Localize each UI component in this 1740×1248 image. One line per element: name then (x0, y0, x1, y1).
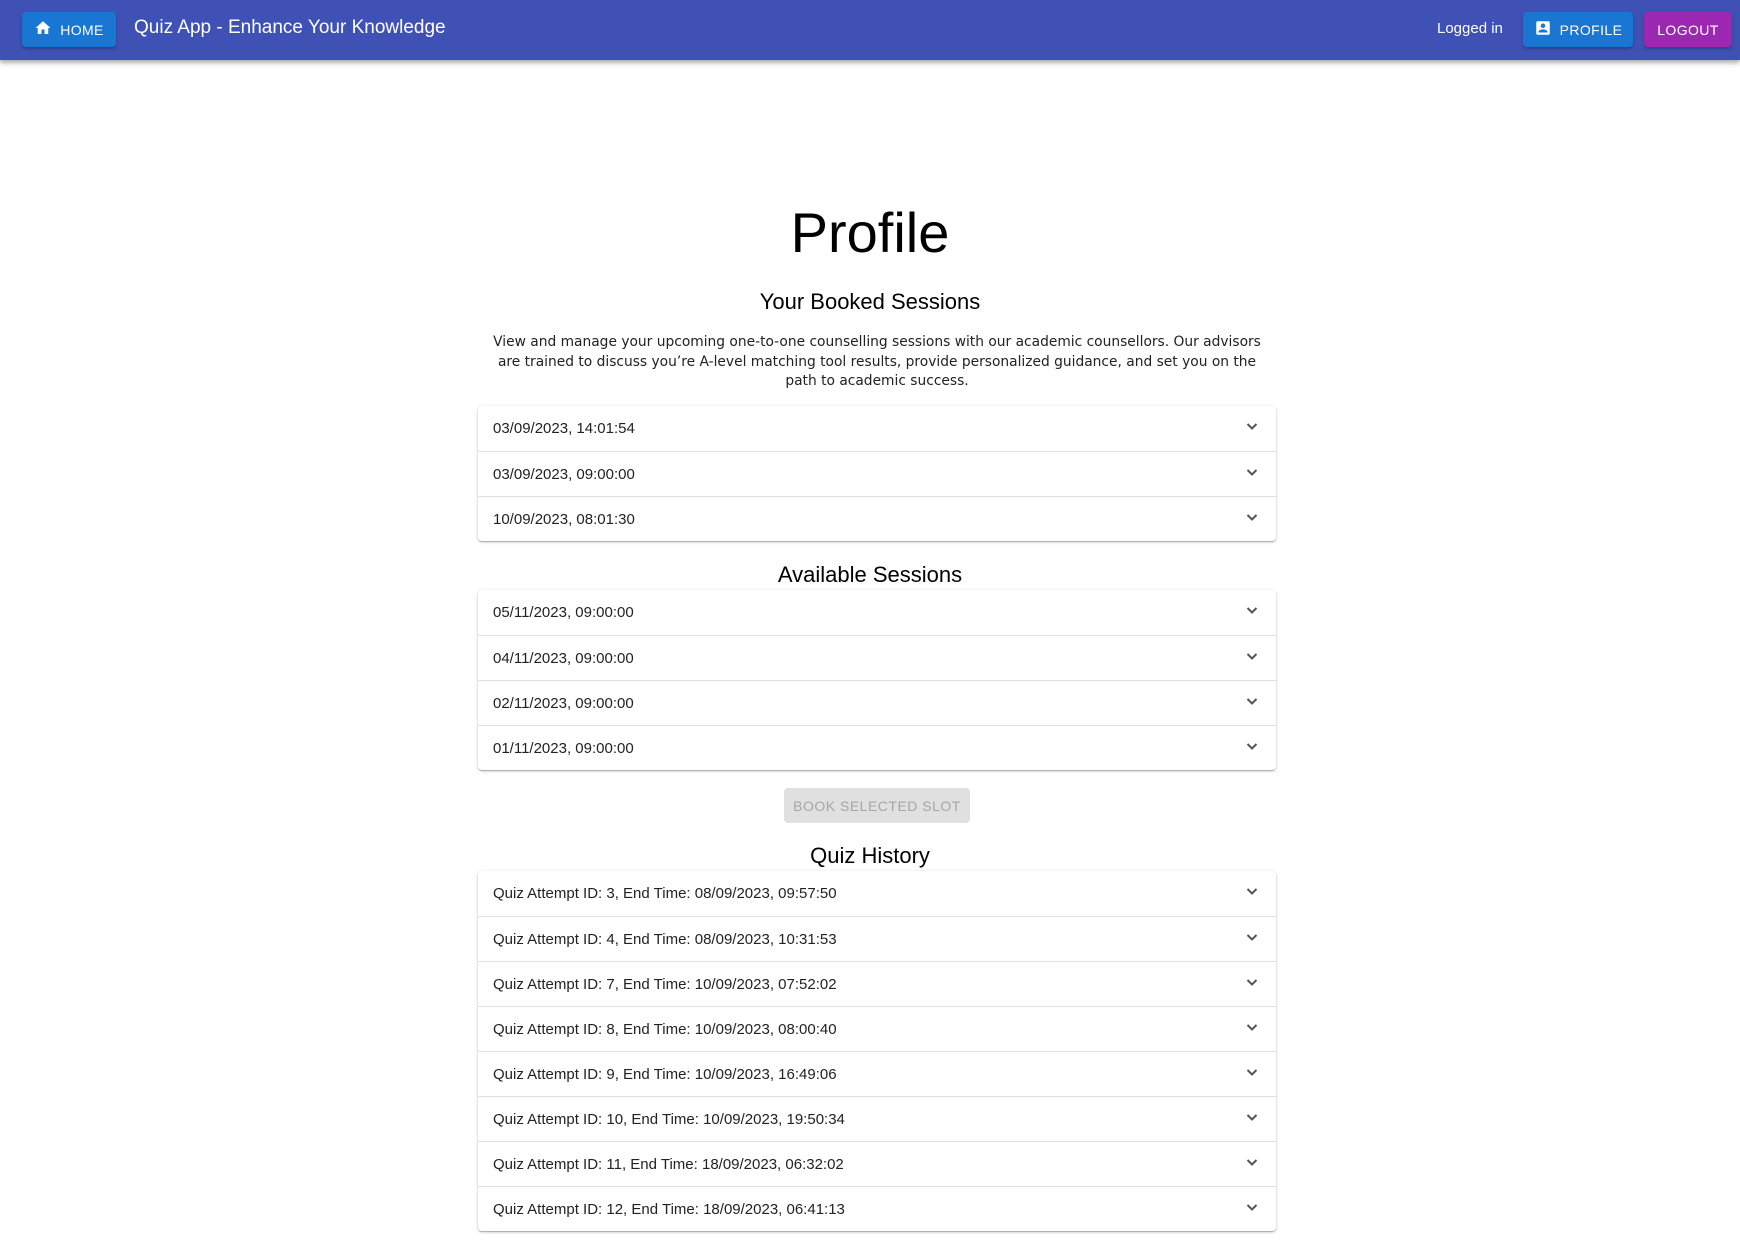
quiz-attempt-label: Quiz Attempt ID: 3, End Time: 08/09/2023… (493, 885, 837, 902)
available-session-item[interactable]: 01/11/2023, 09:00:00 (478, 725, 1276, 770)
quiz-attempt-label: Quiz Attempt ID: 4, End Time: 08/09/2023… (493, 930, 837, 948)
chevron-down-icon[interactable] (1244, 1064, 1260, 1085)
chevron-down-icon[interactable] (1244, 602, 1260, 623)
booked-session-label: 10/09/2023, 08:01:30 (493, 510, 635, 528)
quiz-attempt-label: Quiz Attempt ID: 8, End Time: 10/09/2023… (493, 1020, 837, 1038)
quiz-attempt-label: Quiz Attempt ID: 7, End Time: 10/09/2023… (493, 975, 837, 993)
chevron-down-icon[interactable] (1244, 693, 1260, 714)
quiz-attempt-item[interactable]: Quiz Attempt ID: 7, End Time: 10/09/2023… (478, 961, 1276, 1006)
chevron-down-icon[interactable] (1244, 929, 1260, 950)
booked-sessions-description: View and manage your upcoming one-to-one… (493, 334, 1261, 389)
home-icon (34, 19, 52, 40)
available-session-label: 04/11/2023, 09:00:00 (493, 649, 634, 667)
quiz-attempt-item[interactable]: Quiz Attempt ID: 4, End Time: 08/09/2023… (478, 916, 1276, 961)
chevron-down-icon[interactable] (1244, 974, 1260, 995)
chevron-down-icon[interactable] (1244, 1019, 1260, 1040)
quiz-attempt-item[interactable]: Quiz Attempt ID: 11, End Time: 18/09/202… (478, 1141, 1276, 1186)
quiz-attempt-label: Quiz Attempt ID: 9, End Time: 10/09/2023… (493, 1065, 837, 1083)
chevron-down-icon[interactable] (1244, 1154, 1260, 1175)
quiz-attempt-item[interactable]: Quiz Attempt ID: 10, End Time: 10/09/202… (478, 1096, 1276, 1141)
available-session-label: 05/11/2023, 09:00:00 (493, 604, 634, 621)
login-status: Logged in (1437, 20, 1503, 37)
chevron-down-icon[interactable] (1244, 509, 1260, 530)
profile-button-label: PROFILE (1559, 21, 1623, 38)
chevron-down-icon[interactable] (1244, 883, 1260, 904)
profile-button[interactable]: PROFILE (1523, 12, 1633, 47)
chevron-down-icon[interactable] (1244, 648, 1260, 669)
chevron-down-icon[interactable] (1244, 464, 1260, 485)
available-session-item[interactable]: 05/11/2023, 09:00:00 (478, 590, 1276, 635)
book-selected-slot-button[interactable]: BOOK SELECTED SLOT (784, 788, 970, 823)
quiz-attempt-item[interactable]: Quiz Attempt ID: 8, End Time: 10/09/2023… (478, 1006, 1276, 1051)
app-bar: HOME Quiz App - Enhance Your Knowledge L… (0, 0, 1740, 60)
quiz-attempt-label: Quiz Attempt ID: 11, End Time: 18/09/202… (493, 1155, 844, 1173)
logout-button[interactable]: LOGOUT (1644, 12, 1732, 47)
quiz-attempt-label: Quiz Attempt ID: 10, End Time: 10/09/202… (493, 1110, 845, 1128)
available-session-label: 02/11/2023, 09:00:00 (493, 694, 634, 712)
chevron-down-icon[interactable] (1244, 738, 1260, 759)
account-box-icon (1534, 19, 1552, 40)
chevron-down-icon[interactable] (1244, 418, 1260, 439)
available-session-item[interactable]: 02/11/2023, 09:00:00 (478, 680, 1276, 725)
available-sessions-heading: Available Sessions (777, 562, 963, 587)
quiz-attempt-item[interactable]: Quiz Attempt ID: 12, End Time: 18/09/202… (478, 1186, 1276, 1231)
home-button-label: HOME (60, 21, 104, 38)
available-session-label: 01/11/2023, 09:00:00 (493, 739, 634, 757)
quiz-attempt-item[interactable]: Quiz Attempt ID: 3, End Time: 08/09/2023… (478, 871, 1276, 916)
available-session-item[interactable]: 04/11/2023, 09:00:00 (478, 635, 1276, 680)
quiz-history-heading: Quiz History (810, 843, 930, 868)
quiz-history-list: Quiz Attempt ID: 3, End Time: 08/09/2023… (478, 871, 1276, 1231)
booked-session-item[interactable]: 10/09/2023, 08:01:30 (478, 496, 1276, 541)
page-title: Profile (790, 201, 950, 264)
quiz-attempt-item[interactable]: Quiz Attempt ID: 9, End Time: 10/09/2023… (478, 1051, 1276, 1096)
available-sessions-list: 05/11/2023, 09:00:00 04/11/2023, 09:00:0… (478, 590, 1276, 770)
app-title: Quiz App - Enhance Your Knowledge (134, 17, 446, 38)
chevron-down-icon[interactable] (1244, 1199, 1260, 1220)
booked-sessions-list: 03/09/2023, 14:01:54 03/09/2023, 09:00:0… (478, 406, 1276, 541)
booked-session-item[interactable]: 03/09/2023, 14:01:54 (478, 406, 1276, 451)
booked-session-label: 03/09/2023, 14:01:54 (493, 420, 635, 437)
booked-sessions-heading: Your Booked Sessions (759, 289, 981, 314)
quiz-attempt-label: Quiz Attempt ID: 12, End Time: 18/09/202… (493, 1200, 845, 1218)
home-button[interactable]: HOME (22, 12, 116, 47)
chevron-down-icon[interactable] (1244, 1109, 1260, 1130)
booked-session-label: 03/09/2023, 09:00:00 (493, 465, 635, 483)
booked-session-item[interactable]: 03/09/2023, 09:00:00 (478, 451, 1276, 496)
